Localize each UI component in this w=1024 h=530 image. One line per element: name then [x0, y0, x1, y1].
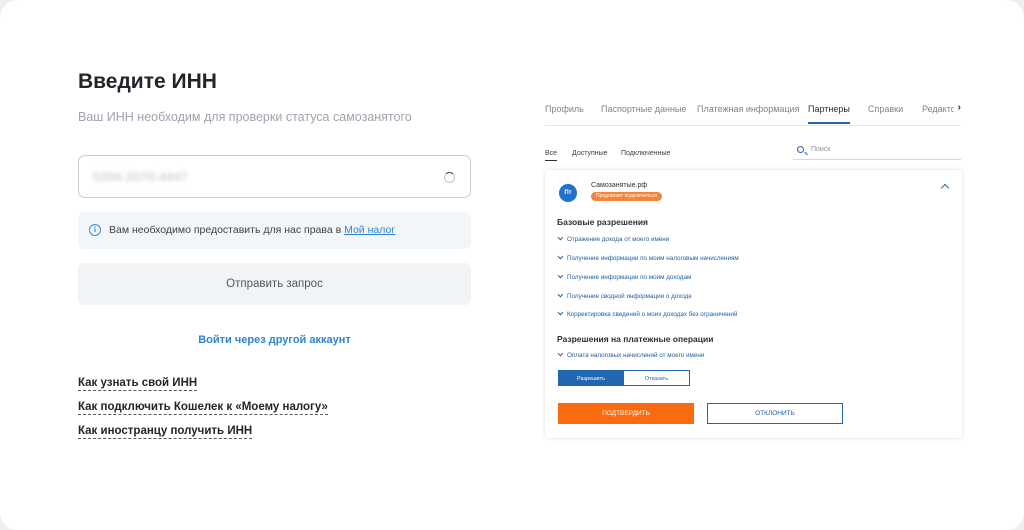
section-title-basic: Базовые разрешения	[557, 217, 649, 227]
chevron-down-icon	[557, 309, 564, 316]
confirm-button[interactable]: ПОДТВЕРДИТЬ	[558, 403, 694, 424]
send-request-button[interactable]: Отправить запрос	[78, 263, 471, 305]
partners-panel: Профиль Паспортные данные Платежная инфо…	[531, 86, 975, 452]
permission-item[interactable]: Получение информации по моим доходам	[557, 272, 692, 281]
search-icon	[797, 146, 804, 153]
subtab-available[interactable]: Доступные	[572, 150, 608, 160]
tab-partners[interactable]: Партнеры	[808, 104, 850, 124]
chevron-down-icon	[557, 234, 564, 241]
permission-item[interactable]: Получение сводной информации о доходе	[557, 291, 692, 300]
partner-logo: Пт	[559, 184, 577, 202]
allow-deny-toggle: Разрешить Отказать	[558, 370, 690, 386]
chevron-up-icon[interactable]	[940, 183, 950, 193]
info-text-content: Вам необходимо предоставить для нас прав…	[109, 224, 345, 236]
permission-label: Получение информации по моим налоговым н…	[567, 255, 739, 262]
permission-item[interactable]: Получение информации по моим налоговым н…	[557, 253, 739, 262]
chevron-down-icon	[557, 272, 564, 279]
chevron-down-icon	[557, 350, 564, 357]
decline-button[interactable]: ОТКЛОНИТЬ	[707, 403, 843, 424]
page-title: Введите ИНН	[78, 70, 217, 93]
page-subtitle: Ваш ИНН необходим для проверки статуса с…	[78, 110, 412, 124]
tabs-scroll-right-icon[interactable]: ›	[953, 102, 961, 113]
status-badge: Предлагает подключиться	[591, 192, 663, 201]
help-link-find-inn[interactable]: Как узнать свой ИНН	[78, 377, 198, 391]
tab-payment-info[interactable]: Платежная информация	[697, 104, 800, 122]
inn-input[interactable]: 0204-2070-4447	[78, 155, 471, 198]
permission-label: Корректировка сведений о моих доходах бе…	[567, 311, 738, 318]
permission-label: Получение сводной информации о доходе	[567, 293, 692, 300]
inn-input-value: 0204-2070-4447	[93, 170, 189, 184]
loading-spinner-icon	[444, 172, 455, 183]
partner-card: Пт Самозанятые.рф Предлагает подключитьс…	[545, 170, 962, 438]
chevron-down-icon	[557, 291, 564, 298]
chevron-down-icon	[557, 253, 564, 260]
info-text: Вам необходимо предоставить для нас прав…	[109, 224, 395, 236]
deny-button[interactable]: Отказать	[624, 370, 690, 386]
info-notice: i Вам необходимо предоставить для нас пр…	[78, 212, 471, 249]
my-tax-link[interactable]: Мой налог	[344, 224, 395, 236]
info-icon: i	[89, 224, 101, 236]
tab-certificates[interactable]: Справки	[868, 104, 903, 122]
subtab-connected[interactable]: Подключенные	[621, 150, 670, 160]
help-link-connect-wallet[interactable]: Как подключить Кошелек к «Моему налогу»	[78, 401, 328, 415]
subtab-all[interactable]: Все	[545, 150, 558, 161]
permission-label: Получение информации по моим доходам	[567, 274, 692, 281]
main-card: Введите ИНН Ваш ИНН необходим для провер…	[0, 0, 1024, 530]
permission-label: Оплата налоговых начислений от моего име…	[567, 352, 705, 359]
partner-name: Самозанятые.рф	[591, 182, 648, 189]
other-account-link[interactable]: Войти через другой аккаунт	[78, 334, 471, 346]
tab-edit[interactable]: Редакто	[922, 104, 956, 122]
help-link-foreigner-inn[interactable]: Как иностранцу получить ИНН	[78, 425, 253, 439]
profile-tabs: Профиль Паспортные данные Платежная инфо…	[545, 86, 961, 126]
tab-passport[interactable]: Паспортные данные	[601, 104, 686, 122]
search-placeholder: Поиск	[811, 146, 831, 153]
permission-item[interactable]: Корректировка сведений о моих доходах бе…	[557, 309, 738, 318]
permission-item[interactable]: Оплата налоговых начислений от моего име…	[557, 350, 705, 359]
tab-profile[interactable]: Профиль	[545, 104, 584, 122]
partner-search-input[interactable]: Поиск	[793, 144, 961, 160]
section-title-payments: Разрешения на платежные операции	[557, 334, 714, 344]
permission-label: Отражение дохода от моего имени	[567, 236, 670, 243]
permission-item[interactable]: Отражение дохода от моего имени	[557, 234, 670, 243]
allow-button[interactable]: Разрешить	[558, 370, 624, 386]
